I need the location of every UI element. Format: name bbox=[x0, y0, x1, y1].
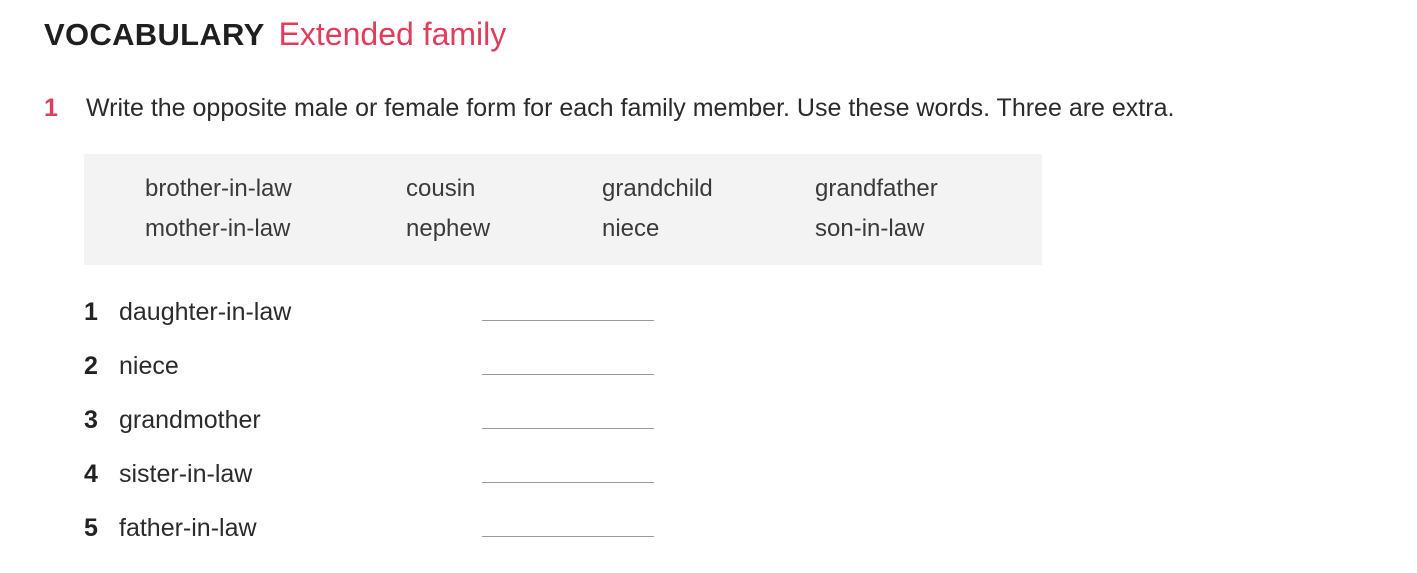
word-box-item: brother-in-law bbox=[145, 175, 292, 202]
exercise-instruction: 1 Write the opposite male or female form … bbox=[44, 90, 1174, 126]
item-word: father-in-law bbox=[119, 514, 257, 542]
word-box-item: grandchild bbox=[602, 175, 713, 202]
list-item: 4 sister-in-law bbox=[84, 456, 252, 492]
list-item: 5 father-in-law bbox=[84, 510, 257, 546]
answer-blank[interactable] bbox=[482, 536, 654, 538]
list-item: 3 grandmother bbox=[84, 402, 261, 438]
item-word: grandmother bbox=[119, 406, 261, 434]
exercise-number: 1 bbox=[44, 94, 58, 122]
section-subtitle: Extended family bbox=[278, 16, 507, 52]
word-box-item: cousin bbox=[406, 175, 476, 202]
answer-blank[interactable] bbox=[482, 428, 654, 430]
word-box-item: niece bbox=[602, 215, 660, 242]
word-box-item: nephew bbox=[406, 215, 491, 242]
answer-blank[interactable] bbox=[482, 374, 654, 376]
section-title: VOCABULARY bbox=[44, 17, 265, 52]
item-word: daughter-in-law bbox=[119, 298, 292, 326]
item-number: 2 bbox=[84, 352, 98, 380]
list-item: 2 niece bbox=[84, 348, 179, 384]
section-heading: VOCABULARY Extended family bbox=[44, 14, 506, 61]
item-number: 3 bbox=[84, 406, 98, 434]
item-number: 5 bbox=[84, 514, 98, 542]
word-box-item: mother-in-law bbox=[145, 215, 291, 242]
item-word: sister-in-law bbox=[119, 460, 253, 488]
word-box-item: son-in-law bbox=[815, 215, 925, 242]
item-number: 1 bbox=[84, 298, 98, 326]
answer-blank[interactable] bbox=[482, 320, 654, 322]
word-box: brother-in-law cousin grandchild grandfa… bbox=[84, 154, 1042, 265]
item-number: 4 bbox=[84, 460, 98, 488]
list-item: 1 daughter-in-law bbox=[84, 294, 291, 330]
instruction-text: Write the opposite male or female form f… bbox=[86, 94, 1175, 122]
item-word: niece bbox=[119, 352, 179, 380]
answer-blank[interactable] bbox=[482, 482, 654, 484]
word-box-item: grandfather bbox=[815, 175, 938, 202]
